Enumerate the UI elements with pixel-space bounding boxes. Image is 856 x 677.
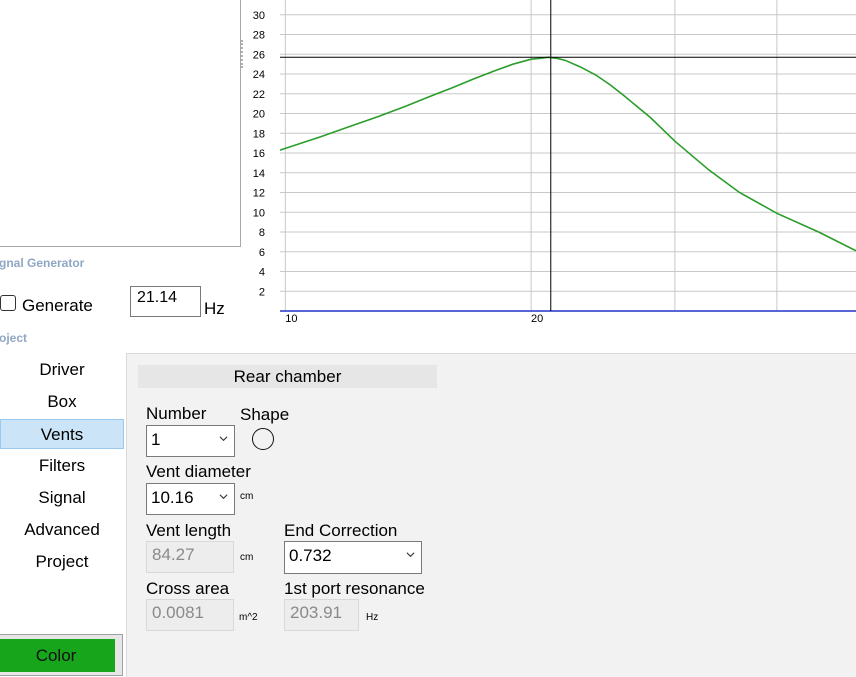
rear-chamber-header: Rear chamber [138,365,437,388]
section-nav: Driver Box Vents Filters Signal Advanced… [0,353,126,676]
vent-diameter-value: 10.16 [151,488,194,507]
color-button[interactable]: Color [0,639,115,672]
nav-item-advanced[interactable]: Advanced [0,515,124,545]
cross-area-unit: m^2 [239,612,258,623]
project-caption: oject [0,331,28,345]
y-tick-label: 4 [259,267,265,279]
x-tick-label: 10 [285,313,297,325]
color-button-frame: Color [0,634,123,676]
vent-length-unit: cm [240,552,254,563]
y-tick-label: 20 [253,109,265,121]
y-tick-label: 28 [253,30,265,42]
y-tick-label: 10 [253,207,265,219]
nav-item-vents[interactable]: Vents [0,419,124,449]
generate-label: Generate [22,296,93,315]
end-correction-value: 0.732 [289,546,332,565]
signal-generator-caption: gnal Generator [0,256,85,270]
port-resonance-label: 1st port resonance [284,579,425,598]
response-chart[interactable]: 24681012141618202224262830 10 20 [239,0,856,330]
chevron-down-icon [219,436,228,442]
frequency-input[interactable]: 21.14 [130,286,201,317]
nav-item-driver[interactable]: Driver [0,355,124,385]
y-tick-label: 2 [259,286,265,298]
cross-area-label: Cross area [146,579,230,598]
vent-diameter-label: Vent diameter [146,462,251,481]
generate-checkbox[interactable] [0,295,16,311]
graph-list-panel[interactable] [0,0,241,247]
y-tick-label: 18 [253,128,265,140]
y-tick-label: 16 [253,148,265,160]
y-tick-label: 26 [253,49,265,61]
y-tick-label: 6 [259,247,265,259]
y-tick-label: 8 [259,227,265,239]
y-tick-label: 24 [253,69,265,81]
nav-item-project[interactable]: Project [0,547,124,577]
frequency-unit: Hz [204,299,225,318]
end-correction-label: End Correction [284,521,398,540]
x-tick-label: 20 [531,313,543,325]
nav-item-box[interactable]: Box [0,387,124,417]
end-correction-combobox[interactable]: 0.732 [284,541,422,574]
number-label: Number [146,404,207,423]
y-tick-label: 22 [253,89,265,101]
cross-area-field[interactable]: 0.0081 [146,599,234,631]
vent-diameter-combobox[interactable]: 10.16 [146,483,235,515]
chevron-down-icon [406,552,415,558]
number-value: 1 [151,430,161,449]
port-resonance-field[interactable]: 203.91 [284,599,359,631]
y-tick-label: 30 [253,10,265,22]
port-resonance-unit: Hz [366,612,379,623]
shape-label: Shape [240,405,290,424]
vents-panel [126,353,856,677]
nav-item-filters[interactable]: Filters [0,451,124,481]
vent-length-field[interactable]: 84.27 [146,541,234,573]
y-tick-label: 12 [253,188,265,200]
chevron-down-icon [219,494,228,500]
response-curve [279,56,856,252]
vent-length-label: Vent length [146,521,232,540]
nav-item-signal[interactable]: Signal [0,483,124,513]
circle-icon[interactable] [252,428,274,450]
number-combobox[interactable]: 1 [146,425,235,457]
vent-diameter-unit: cm [240,491,254,502]
y-tick-label: 14 [253,168,265,180]
